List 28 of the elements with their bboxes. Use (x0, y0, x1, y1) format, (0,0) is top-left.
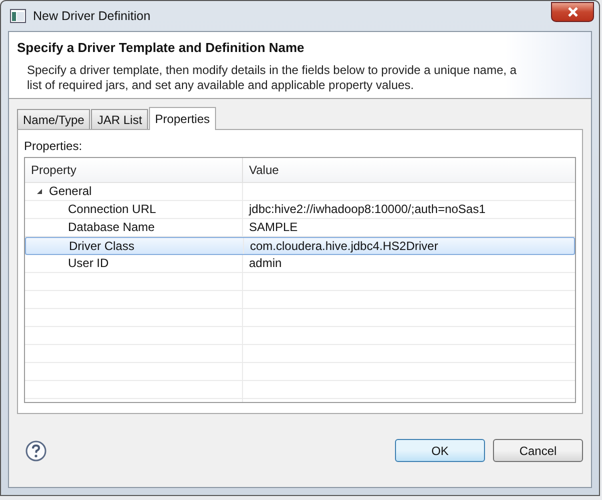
column-header[interactable]: Value (243, 158, 285, 182)
window-title: New Driver Definition (33, 9, 152, 23)
table-cell: Driver Class (26, 238, 244, 254)
dialog-description: Specify a driver template, then modify details in the fields below to provide a unique name, a list of required jars, and set any available and applicable property values. (27, 63, 518, 93)
close-button[interactable] (551, 2, 594, 22)
table-row[interactable]: User ID admin (25, 255, 575, 273)
selected-row[interactable]: Driver Class com.cloudera.hive.jdbc4.HS2Driver (25, 237, 575, 255)
tab[interactable]: Name/Type (17, 109, 90, 129)
tree-node[interactable]: General (25, 183, 243, 200)
table-cell-text: admin (248, 255, 282, 272)
properties-label: Properties: (24, 139, 84, 153)
table-cell-text: com.cloudera.hive.jdbc4.HS2Driver (249, 238, 438, 254)
expanded-triangle-icon[interactable] (36, 188, 43, 195)
close-icon (566, 7, 578, 17)
table-cell: User ID (25, 255, 243, 272)
tab[interactable]: Properties (149, 107, 216, 130)
dialog-button[interactable]: OK (395, 439, 485, 462)
table-row[interactable]: Connection URL jdbc:hive2://iwhadoop8:10000/;auth=noSas1 (25, 201, 575, 219)
help-icon[interactable] (25, 440, 47, 462)
dialog-heading: Specify a Driver Template and Definition Name (17, 40, 306, 55)
column-header[interactable]: Property (25, 158, 243, 182)
table-cell-text: SAMPLE (248, 219, 298, 236)
tab[interactable]: JAR List (91, 109, 148, 129)
table-cell: Database Name (25, 219, 243, 236)
table-cell-text: jdbc:hive2://iwhadoop8:10000/;auth=noSas1 (248, 201, 486, 218)
dialog-button[interactable]: Cancel (493, 439, 583, 462)
table-cell: Connection URL (25, 201, 243, 218)
window-icon (10, 9, 26, 23)
